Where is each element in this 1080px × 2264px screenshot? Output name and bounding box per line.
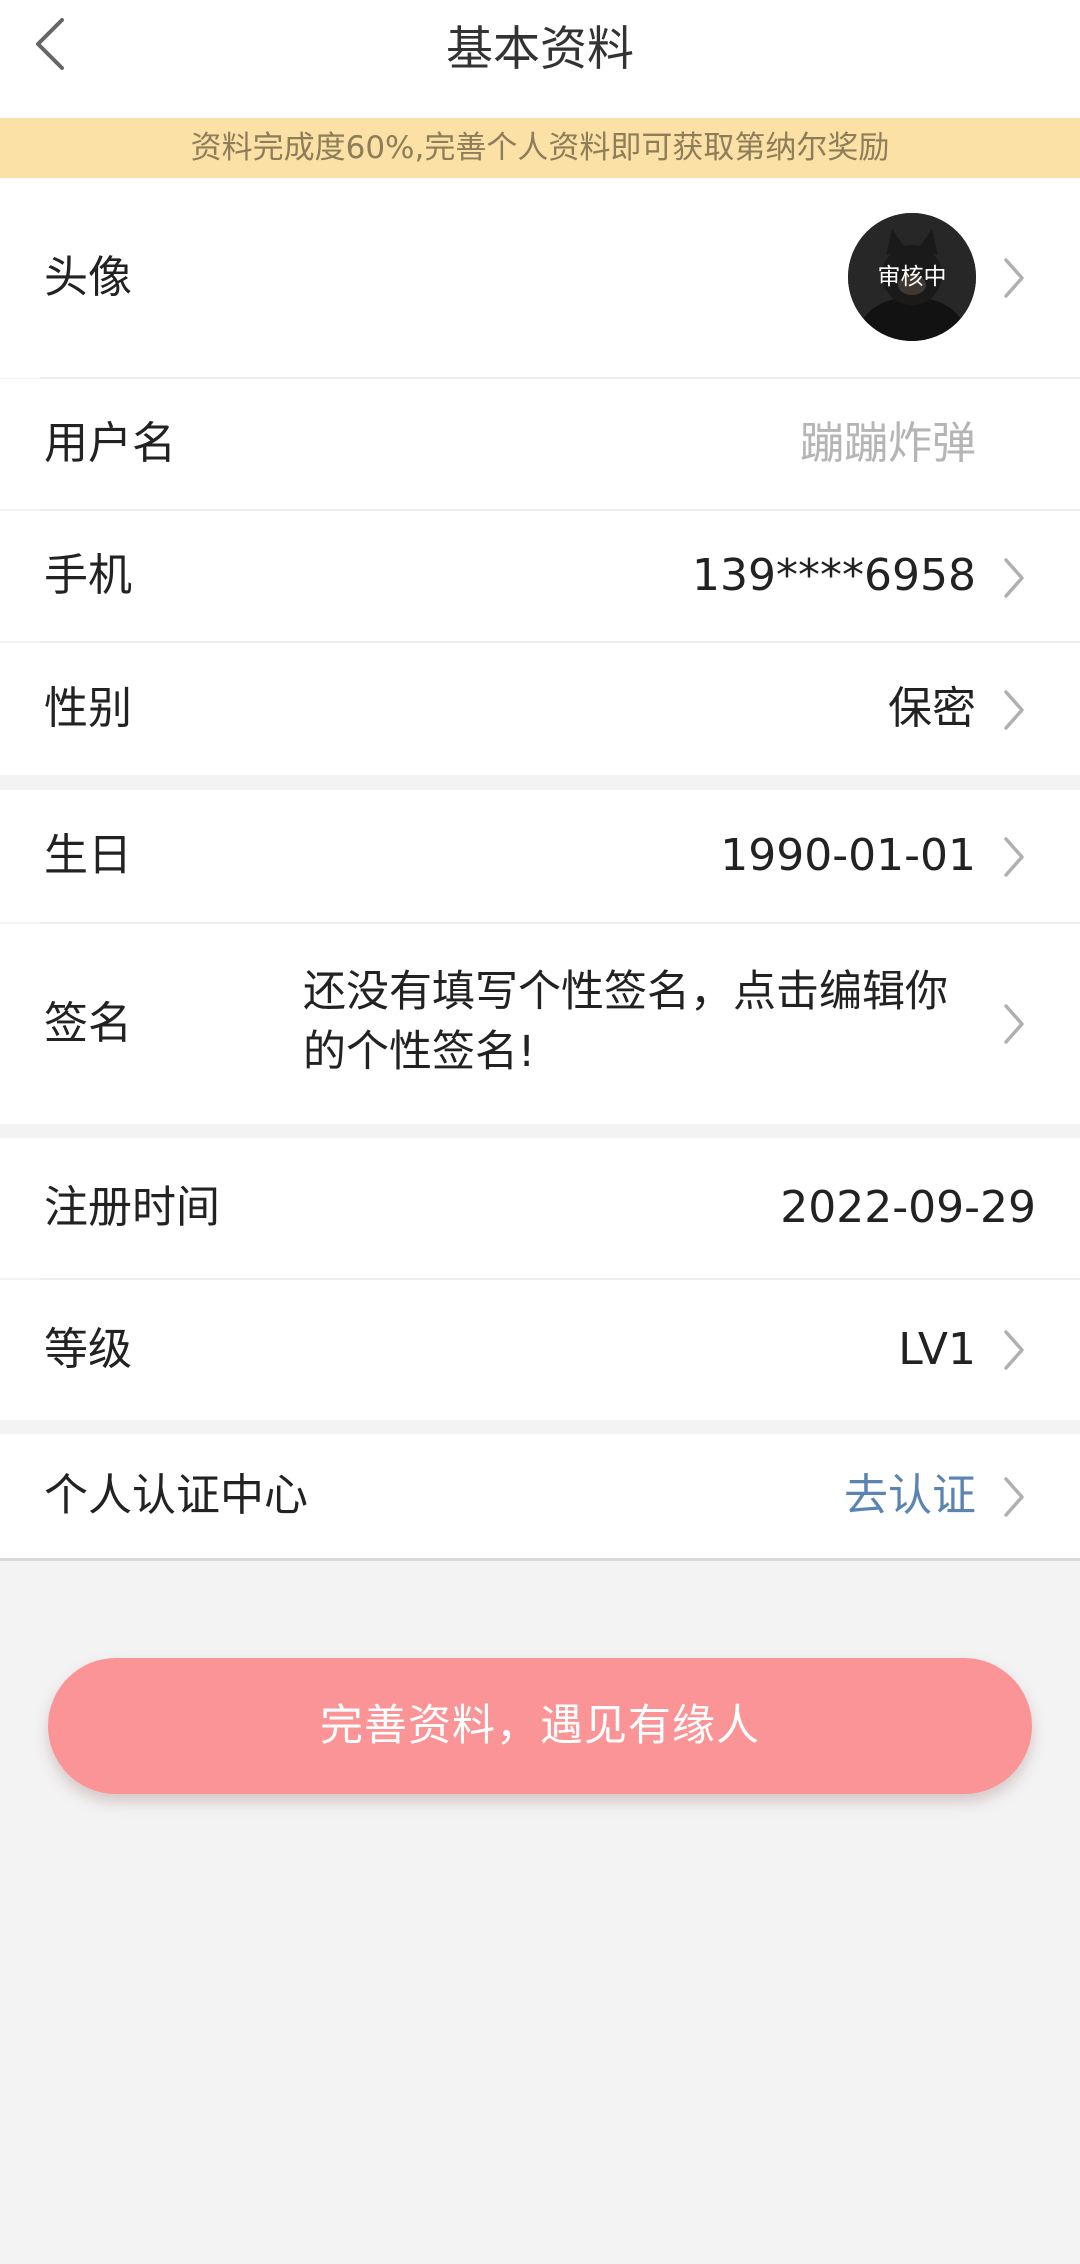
signature-value: 还没有填写个性签名，点击编辑你的个性签名!: [303, 967, 948, 1077]
level-row[interactable]: 等级 LV1: [0, 1280, 1080, 1420]
avatar[interactable]: 审核中: [848, 213, 976, 341]
completion-banner: 资料完成度60%,完善个人资料即可获取第纳尔奖励: [0, 118, 1080, 178]
birthday-label: 生日: [44, 830, 132, 881]
chevron-right-icon: [1004, 258, 1024, 298]
chevron-right-icon: [1004, 690, 1024, 730]
page-title: 基本资料: [446, 22, 634, 77]
username-label: 用户名: [44, 418, 176, 469]
register-time-value: 2022-09-29: [780, 1182, 1036, 1233]
username-row[interactable]: 用户名 蹦蹦炸弹: [0, 379, 1080, 509]
back-button[interactable]: [22, 14, 82, 74]
level-label: 等级: [44, 1324, 132, 1375]
phone-value: 139****6958: [692, 550, 976, 601]
signature-label: 签名: [44, 998, 132, 1049]
go-certify-link[interactable]: 去认证: [844, 1434, 976, 1558]
gender-row[interactable]: 性别 保密: [0, 643, 1080, 775]
register-time-row: 注册时间 2022-09-29: [0, 1138, 1080, 1278]
avatar-review-status: 审核中: [848, 213, 976, 341]
birthday-row[interactable]: 生日 1990-01-01: [0, 790, 1080, 922]
chevron-right-icon: [1004, 1330, 1024, 1370]
birthday-value: 1990-01-01: [720, 830, 976, 881]
certification-row[interactable]: 个人认证中心 去认证: [0, 1434, 1080, 1558]
chevron-right-icon: [1004, 1477, 1024, 1517]
register-time-label: 注册时间: [44, 1182, 220, 1233]
gender-value: 保密: [888, 683, 976, 734]
level-value: LV1: [898, 1324, 976, 1375]
avatar-label: 头像: [44, 252, 132, 303]
chevron-right-icon: [1004, 1004, 1024, 1044]
phone-row[interactable]: 手机 139****6958: [0, 511, 1080, 641]
chevron-right-icon: [1004, 558, 1024, 598]
divider: [0, 1558, 1080, 1561]
complete-profile-button[interactable]: 完善资料，遇见有缘人: [48, 1658, 1032, 1794]
username-value: 蹦蹦炸弹: [800, 418, 976, 469]
chevron-right-icon: [1004, 837, 1024, 877]
gender-label: 性别: [44, 683, 132, 734]
certification-label: 个人认证中心: [44, 1470, 308, 1521]
phone-label: 手机: [44, 550, 132, 601]
top-bar: 基本资料: [0, 0, 1080, 118]
back-arrow-icon: [36, 18, 64, 70]
